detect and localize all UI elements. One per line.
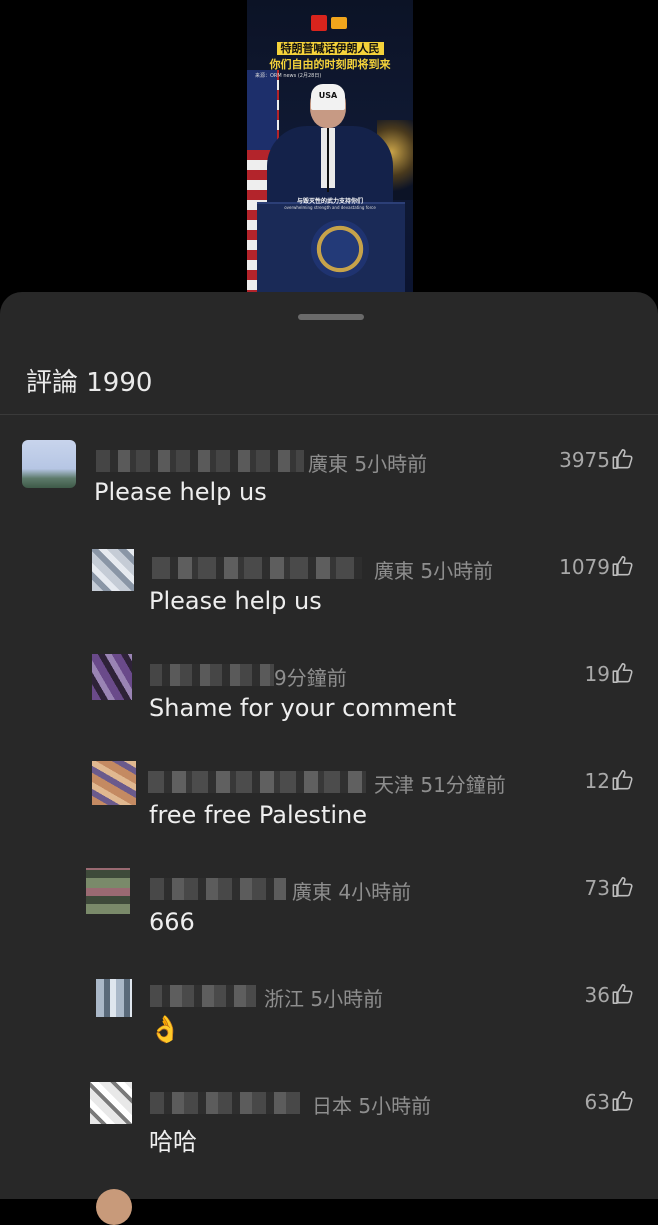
like-count: 12 xyxy=(584,769,610,793)
usa-cap: USA xyxy=(311,84,345,110)
comment-text: Please help us xyxy=(149,587,322,615)
comment-text: 哈哈 xyxy=(149,1128,197,1156)
blurred-username[interactable] xyxy=(148,771,366,793)
avatar[interactable] xyxy=(90,1082,132,1124)
ok-hand-icon: 👌 xyxy=(149,1015,182,1045)
avatar[interactable] xyxy=(92,761,136,805)
comment-meta: 天津 51分鐘前 xyxy=(374,773,506,797)
avatar[interactable] xyxy=(92,549,134,591)
blurred-username[interactable] xyxy=(150,878,286,900)
thumbs-up-icon[interactable] xyxy=(611,769,634,791)
podium xyxy=(257,202,405,292)
comment-meta: 廣東 5小時前 xyxy=(374,559,494,583)
video-subtitle-zh: 与毁灭性的武力支持你们 xyxy=(296,198,363,205)
blurred-username[interactable] xyxy=(150,664,274,686)
blurred-username[interactable] xyxy=(152,557,362,579)
like-count: 73 xyxy=(584,876,610,900)
comment-meta: 廣東 4小時前 xyxy=(292,880,412,904)
blurred-username[interactable] xyxy=(96,450,304,472)
avatar[interactable] xyxy=(86,868,130,914)
comments-sheet: 評論 1990 廣東 5小時前 3975 Please help us 廣東 5… xyxy=(0,292,658,1225)
headline-line-1: 特朗普喊话伊朗人民 xyxy=(276,42,384,55)
comment-meta: 日本 5小時前 xyxy=(312,1094,432,1118)
thumbs-up-icon[interactable] xyxy=(611,1090,634,1112)
blurred-username[interactable] xyxy=(150,1092,300,1114)
avatar[interactable] xyxy=(96,979,132,1017)
video-source: 来源：ORM news (2月28日) xyxy=(255,73,322,79)
thumbs-up-icon[interactable] xyxy=(611,662,634,684)
avatar[interactable] xyxy=(92,654,132,700)
thumbs-up-icon[interactable] xyxy=(611,983,634,1005)
like-count: 3975 xyxy=(559,448,610,472)
drag-handle[interactable] xyxy=(298,314,364,320)
logo-icon xyxy=(331,17,347,29)
video-headline: 特朗普喊话伊朗人民 你们自由的时刻即将到来 xyxy=(247,42,413,72)
comment-text: free free Palestine xyxy=(149,801,367,829)
comments-title: 評論 1990 xyxy=(26,368,153,398)
logo-icon xyxy=(311,15,327,31)
comment-text: 666 xyxy=(149,908,195,936)
comment-meta: 廣東 5小時前 xyxy=(308,452,428,476)
video-subtitle-en: overwhelming strength and devastating fo… xyxy=(284,205,376,210)
like-count: 1079 xyxy=(559,555,610,579)
comment-meta: 浙江 5小時前 xyxy=(264,987,384,1011)
presidential-seal xyxy=(311,220,369,278)
like-count: 19 xyxy=(584,662,610,686)
comment-text: Shame for your comment xyxy=(149,694,457,722)
comment-text: Please help us xyxy=(94,478,267,506)
thumbs-up-icon[interactable] xyxy=(611,555,634,577)
thumbs-up-icon[interactable] xyxy=(611,876,634,898)
divider xyxy=(0,414,658,415)
thumbs-up-icon[interactable] xyxy=(611,448,634,470)
comment-meta: 9分鐘前 xyxy=(274,666,347,690)
flag-canton xyxy=(247,70,277,150)
channel-logos xyxy=(311,15,347,31)
like-count: 36 xyxy=(584,983,610,1007)
like-count: 63 xyxy=(584,1090,610,1114)
headline-line-2: 你们自由的时刻即将到来 xyxy=(269,58,391,71)
microphone xyxy=(327,128,329,192)
video-player[interactable]: USA 特朗普喊话伊朗人民 你们自由的时刻即将到来 来源：ORM news (2… xyxy=(247,0,413,292)
avatar[interactable] xyxy=(96,1189,132,1225)
blurred-username[interactable] xyxy=(150,985,256,1007)
avatar[interactable] xyxy=(22,440,76,488)
